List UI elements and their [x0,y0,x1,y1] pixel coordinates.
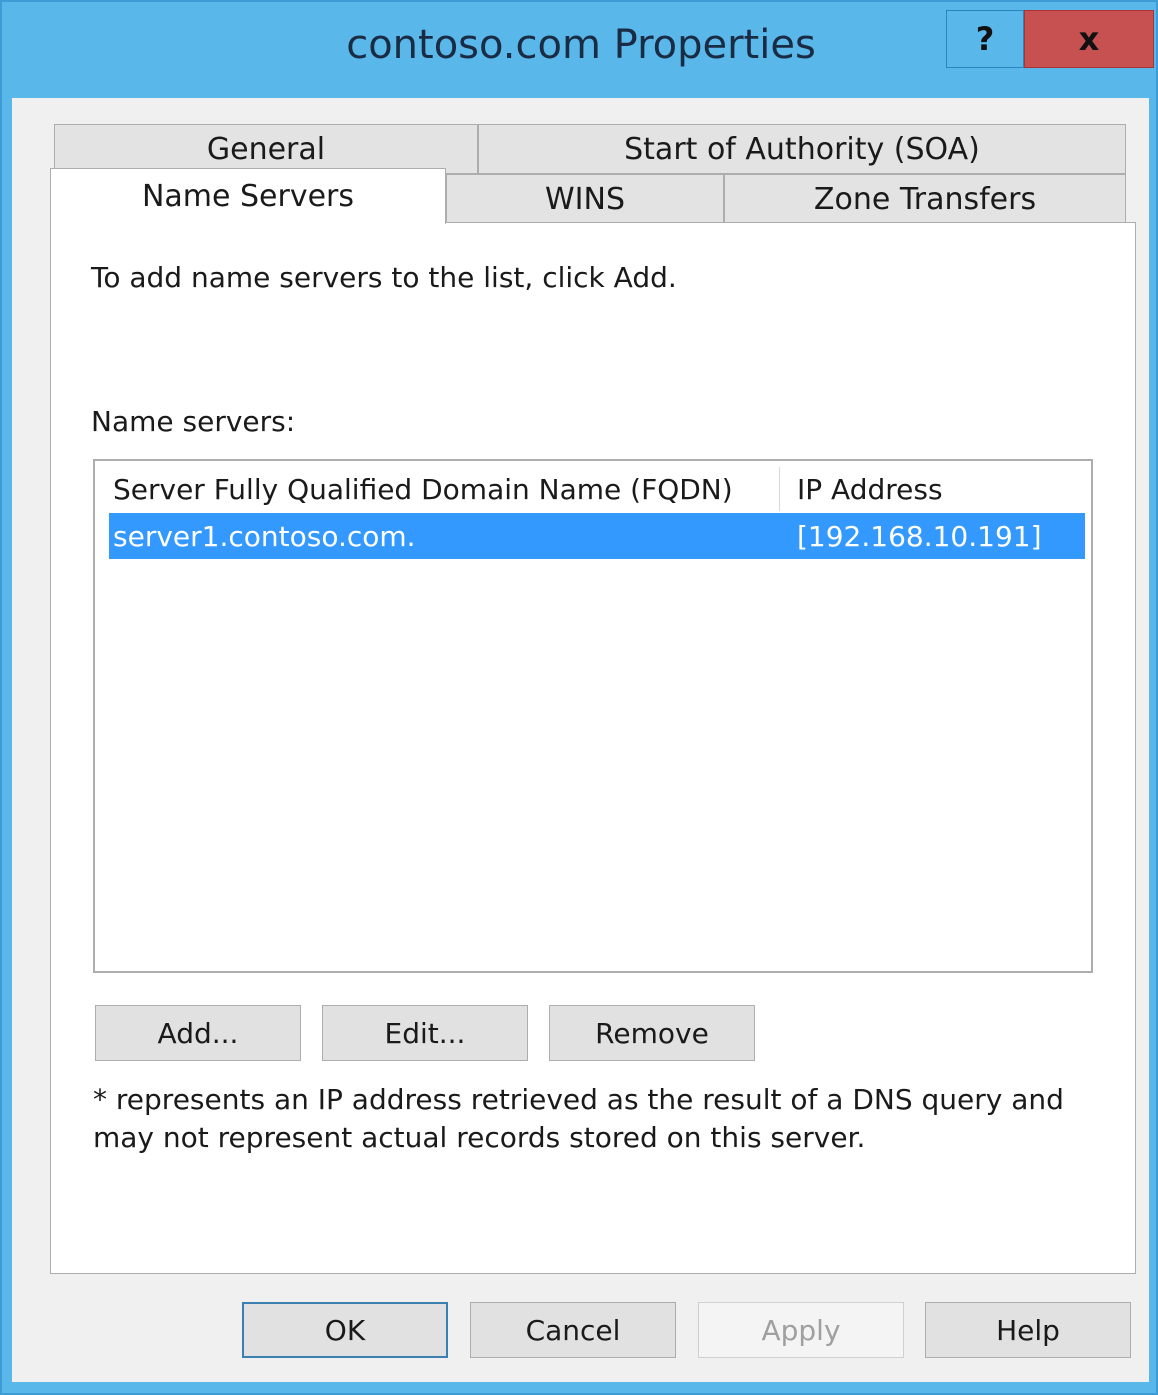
dns-query-note: * represents an IP address retrieved as … [93,1083,1064,1154]
add-button[interactable]: Add... [95,1005,301,1061]
column-header-ip-address[interactable]: IP Address [797,467,1087,511]
edit-button[interactable]: Edit... [322,1005,528,1061]
table-row[interactable]: server1.contoso.com. [192.168.10.191] [109,513,1085,559]
name-servers-label: Name servers: [91,405,296,438]
column-separator[interactable] [779,467,780,511]
fqdn-cell: server1.contoso.com. [113,519,416,553]
column-header-fqdn[interactable]: Server Fully Qualified Domain Name (FQDN… [113,467,779,511]
tab-name-servers[interactable]: Name Servers [50,168,446,224]
name-servers-panel: To add name servers to the list, click A… [50,222,1136,1274]
close-icon[interactable]: x [1024,10,1154,68]
instruction-text: To add name servers to the list, click A… [91,261,677,294]
name-servers-list[interactable]: Server Fully Qualified Domain Name (FQDN… [93,459,1093,973]
ok-button[interactable]: OK [242,1302,448,1358]
ip-address-cell: [192.168.10.191] [797,519,1042,553]
tab-zone-transfers[interactable]: Zone Transfers [724,174,1126,224]
tab-wins[interactable]: WINS [446,174,724,224]
help-icon[interactable]: ? [946,10,1024,68]
remove-button[interactable]: Remove [549,1005,755,1061]
dialog-client-area: General Start of Authority (SOA) Name Se… [12,98,1149,1382]
tab-general[interactable]: General [54,124,478,174]
tab-start-of-authority[interactable]: Start of Authority (SOA) [478,124,1126,174]
cancel-button[interactable]: Cancel [470,1302,676,1358]
apply-button[interactable]: Apply [698,1302,904,1358]
dialog-window: contoso.com Properties ? x General Start… [0,0,1158,1395]
help-button[interactable]: Help [925,1302,1131,1358]
